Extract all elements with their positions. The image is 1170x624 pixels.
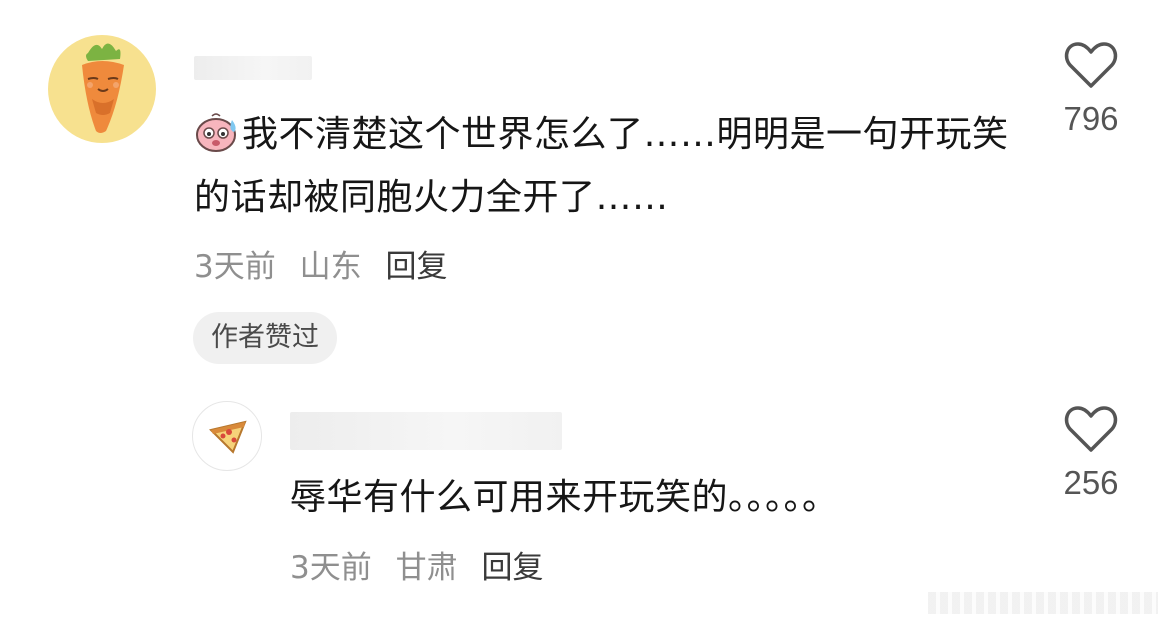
- reply-like[interactable]: 256: [1041, 404, 1141, 502]
- replier-avatar[interactable]: [192, 401, 262, 471]
- reply-reply-button[interactable]: 回复: [481, 550, 543, 586]
- author-liked-badge: 作者赞过: [193, 312, 337, 364]
- reply-button[interactable]: 回复: [385, 249, 447, 285]
- reply-location: 甘肃: [395, 550, 458, 586]
- comment-location: 山东: [299, 249, 362, 285]
- like-count: 796: [1063, 100, 1119, 137]
- replier-name[interactable]: [290, 412, 562, 450]
- reply-body: 辱华有什么可用来开玩笑的。。。。。: [290, 477, 839, 518]
- carrot-avatar-icon: [82, 43, 124, 133]
- comment-like[interactable]: 796: [1041, 40, 1141, 138]
- like-count: 256: [1063, 464, 1119, 501]
- reply-time: 3天前: [290, 550, 372, 586]
- heart-icon[interactable]: [1064, 40, 1118, 90]
- comment-body: 我不清楚这个世界怎么了……明明是一句开玩笑的话却被同胞火力全开了……: [194, 103, 1014, 229]
- commenter-name[interactable]: [194, 56, 312, 80]
- pizza-avatar-icon: [209, 420, 247, 454]
- reply-meta: 3天前 甘肃 回复: [290, 542, 557, 587]
- commenter-avatar[interactable]: [48, 35, 156, 143]
- pink-blob-sweat-emoji-icon: [196, 113, 236, 152]
- comment-time: 3天前: [194, 249, 276, 285]
- heart-icon[interactable]: [1064, 404, 1118, 454]
- watermark: [928, 592, 1158, 614]
- comment-meta: 3天前 山东 回复: [194, 241, 461, 286]
